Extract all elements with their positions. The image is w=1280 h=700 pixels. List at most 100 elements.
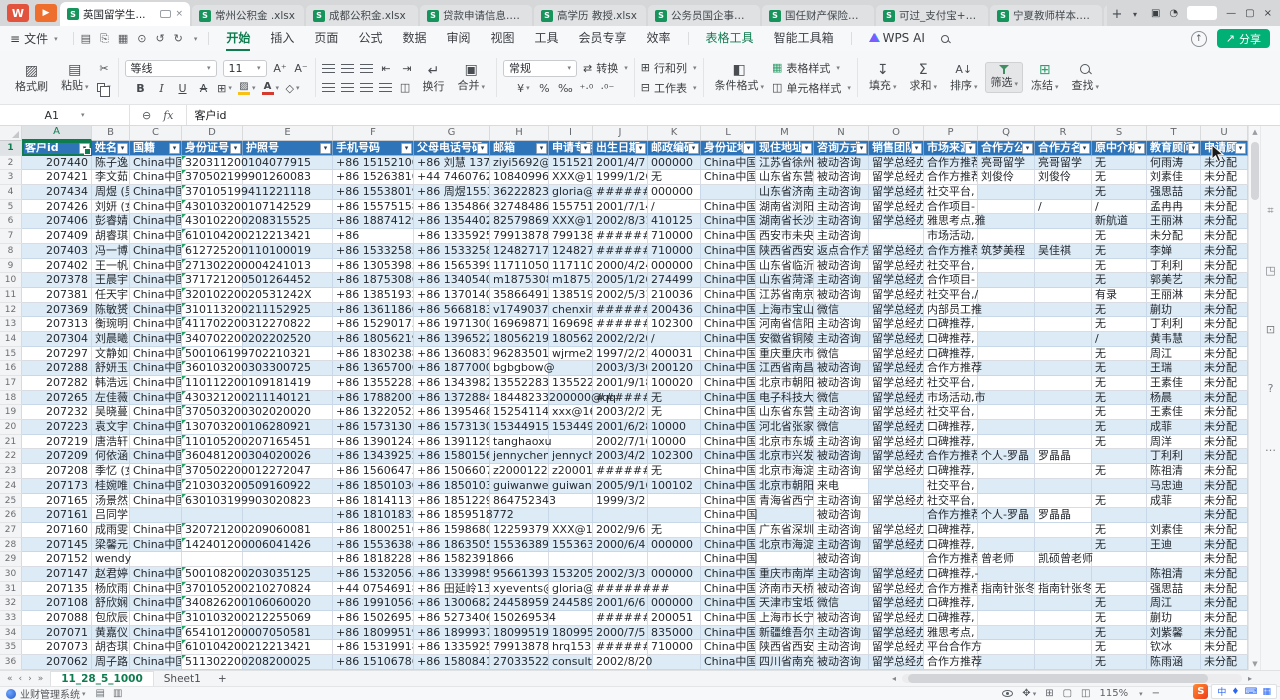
cell-T33[interactable]: 蒯玏 bbox=[1147, 611, 1201, 626]
cell-D34[interactable]: 654101200007050581 bbox=[182, 626, 243, 641]
justify-icon[interactable] bbox=[379, 83, 392, 92]
cell-F16[interactable]: +86 13657006 bbox=[333, 361, 414, 376]
cell-L13[interactable]: China中国 bbox=[701, 317, 756, 332]
cell-J7[interactable]: ######## bbox=[593, 229, 648, 244]
cell-I13[interactable]: 169698712 bbox=[549, 317, 593, 332]
cell-T31[interactable]: 强思喆 bbox=[1147, 582, 1201, 597]
cell-Q23[interactable] bbox=[978, 464, 1035, 479]
cell-H16[interactable]: bgbgbow@ bbox=[490, 361, 549, 376]
cell-B35[interactable]: 胡杏琪 (女 bbox=[92, 640, 130, 655]
header-cell-A1[interactable]: 客户id▾ bbox=[22, 141, 92, 156]
cell-L27[interactable]: China中国 bbox=[701, 523, 756, 538]
cell-O18[interactable]: 留学总经办 bbox=[869, 391, 924, 406]
cell-R17[interactable] bbox=[1035, 376, 1092, 391]
cell-R29[interactable]: 凯硕曾老师 bbox=[1035, 552, 1092, 567]
cell-C24[interactable]: China中国 bbox=[130, 479, 182, 494]
filter-button[interactable]: ▾ bbox=[169, 143, 180, 154]
sidebar-more-icon[interactable]: … bbox=[1265, 441, 1276, 454]
cell-P21[interactable]: 口碑推荐, bbox=[924, 435, 978, 450]
sum-button[interactable]: Σ 求和▾ bbox=[904, 60, 942, 96]
cell-I29[interactable] bbox=[549, 552, 593, 567]
cell-R23[interactable] bbox=[1035, 464, 1092, 479]
cell-P33[interactable]: 口碑推荐, bbox=[924, 611, 978, 626]
cell-U32[interactable]: 未分配 bbox=[1201, 596, 1248, 611]
cell-J28[interactable]: 2000/6/4 bbox=[593, 538, 648, 553]
cell-C15[interactable]: China中国 bbox=[130, 347, 182, 362]
cell-O33[interactable]: 留学总经办 bbox=[869, 611, 924, 626]
cell-A12[interactable]: 207369 bbox=[22, 303, 92, 318]
cell-B27[interactable]: 成雨雯 (女 bbox=[92, 523, 130, 538]
cell-O22[interactable]: 留学总经办 bbox=[869, 449, 924, 464]
cell-T15[interactable]: 周江 bbox=[1147, 347, 1201, 362]
cell-N29[interactable]: 被动咨询 bbox=[814, 552, 869, 567]
cell-O14[interactable]: 留学总经办 bbox=[869, 332, 924, 347]
cell-J27[interactable]: 2002/9/6 bbox=[593, 523, 648, 538]
cell-S14[interactable]: / bbox=[1092, 332, 1147, 347]
conditional-format-button[interactable]: ◧ 条件格式▾ bbox=[710, 60, 770, 96]
filter-button[interactable]: 筛选▾ bbox=[985, 62, 1023, 93]
cell-T36[interactable]: 陈雨涵 bbox=[1147, 655, 1201, 670]
cell-M14[interactable]: 安徽省铜陵 bbox=[756, 332, 814, 347]
header-cell-J1[interactable]: 出生日期▾ bbox=[593, 141, 648, 156]
cell-P18[interactable]: 市场活动,市 bbox=[924, 391, 978, 406]
cell-N23[interactable]: 主动咨询 bbox=[814, 464, 869, 479]
cell-G25[interactable]: +86 1851229020 bbox=[414, 494, 490, 509]
cell-C17[interactable]: China中国 bbox=[130, 376, 182, 391]
cell-P15[interactable]: 口碑推荐, bbox=[924, 347, 978, 362]
cell-R31[interactable]: 指南针张冬 bbox=[1035, 582, 1092, 597]
cell-J32[interactable]: 2001/6/6 bbox=[593, 596, 648, 611]
cell-N9[interactable]: 被动咨询 bbox=[814, 259, 869, 274]
cell-H12[interactable]: v17490376 bbox=[490, 303, 549, 318]
row-header-32[interactable]: 32 bbox=[0, 596, 22, 611]
row-header-18[interactable]: 18 bbox=[0, 391, 22, 406]
cell-Q7[interactable] bbox=[978, 229, 1035, 244]
filter-button[interactable]: ▾ bbox=[688, 143, 699, 154]
system-caret-icon[interactable]: ▾ bbox=[82, 690, 86, 698]
cell-K14[interactable]: / bbox=[648, 332, 701, 347]
cell-C33[interactable]: China中国 bbox=[130, 611, 182, 626]
cell-G15[interactable]: +86 1360831276 bbox=[414, 347, 490, 362]
cell-U12[interactable]: 未分配 bbox=[1201, 303, 1248, 318]
row-header-1[interactable]: 1 bbox=[0, 141, 22, 156]
cell-M23[interactable]: 北京市海淀 bbox=[756, 464, 814, 479]
cell-K8[interactable]: 710000 bbox=[648, 244, 701, 259]
cell-H2[interactable]: ziyi5692@ bbox=[490, 156, 549, 171]
cell-O13[interactable]: 留学总经办 bbox=[869, 317, 924, 332]
cell-B4[interactable]: 周煜 (男) bbox=[92, 185, 130, 200]
cell-J33[interactable]: ######## bbox=[593, 611, 648, 626]
cell-M36[interactable]: 四川省南充 bbox=[756, 655, 814, 670]
cell-J34[interactable]: 2000/7/5 bbox=[593, 626, 648, 641]
cell-R10[interactable] bbox=[1035, 273, 1092, 288]
file-tab-1[interactable]: S常州公积金 .xlsx bbox=[192, 5, 304, 26]
cell-H20[interactable]: 153449155 bbox=[490, 420, 549, 435]
cell-A21[interactable]: 207219 bbox=[22, 435, 92, 450]
wps-ai-button[interactable]: WPS AI bbox=[859, 26, 935, 51]
filter-button[interactable]: ▾ bbox=[580, 143, 591, 154]
cell-T26[interactable] bbox=[1147, 508, 1201, 523]
cell-D35[interactable]: 610104200212213421 bbox=[182, 640, 243, 655]
cell-U8[interactable]: 未分配 bbox=[1201, 244, 1248, 259]
cell-C10[interactable]: China中国 bbox=[130, 273, 182, 288]
cell-L20[interactable]: China中国 bbox=[701, 420, 756, 435]
cell-U33[interactable]: 未分配 bbox=[1201, 611, 1248, 626]
cell-M21[interactable]: 北京市东城 bbox=[756, 435, 814, 450]
cell-G29[interactable]: +86 1582391866 bbox=[414, 552, 490, 567]
cell-S22[interactable] bbox=[1092, 449, 1147, 464]
filter-button[interactable]: ▾ bbox=[536, 143, 547, 154]
cell-S13[interactable]: 无 bbox=[1092, 317, 1147, 332]
filter-button[interactable]: ▾ bbox=[1022, 143, 1033, 154]
ime-chinese-icon[interactable]: 中 bbox=[1217, 685, 1226, 698]
cell-T28[interactable]: 王迪 bbox=[1147, 538, 1201, 553]
cell-B10[interactable]: 王晨宇 (男 bbox=[92, 273, 130, 288]
cell-O9[interactable]: 留学总经办 bbox=[869, 259, 924, 274]
cell-J6[interactable]: 2002/8/31 bbox=[593, 214, 648, 229]
cell-G35[interactable]: +86 1335925706 bbox=[414, 640, 490, 655]
cell-D23[interactable]: 370502200012272047 bbox=[182, 464, 243, 479]
filter-button[interactable]: ▾ bbox=[477, 143, 488, 154]
layout-mode-icon[interactable]: ▣ bbox=[1151, 8, 1160, 19]
cell-S8[interactable]: 无 bbox=[1092, 244, 1147, 259]
cell-H22[interactable]: jennychen bbox=[490, 449, 549, 464]
cell-O32[interactable]: 留学总经办 bbox=[869, 596, 924, 611]
file-tab-8[interactable]: S宁夏教师样本.xlsx bbox=[990, 5, 1102, 26]
menu-tab-9[interactable]: 效率 bbox=[637, 26, 681, 51]
